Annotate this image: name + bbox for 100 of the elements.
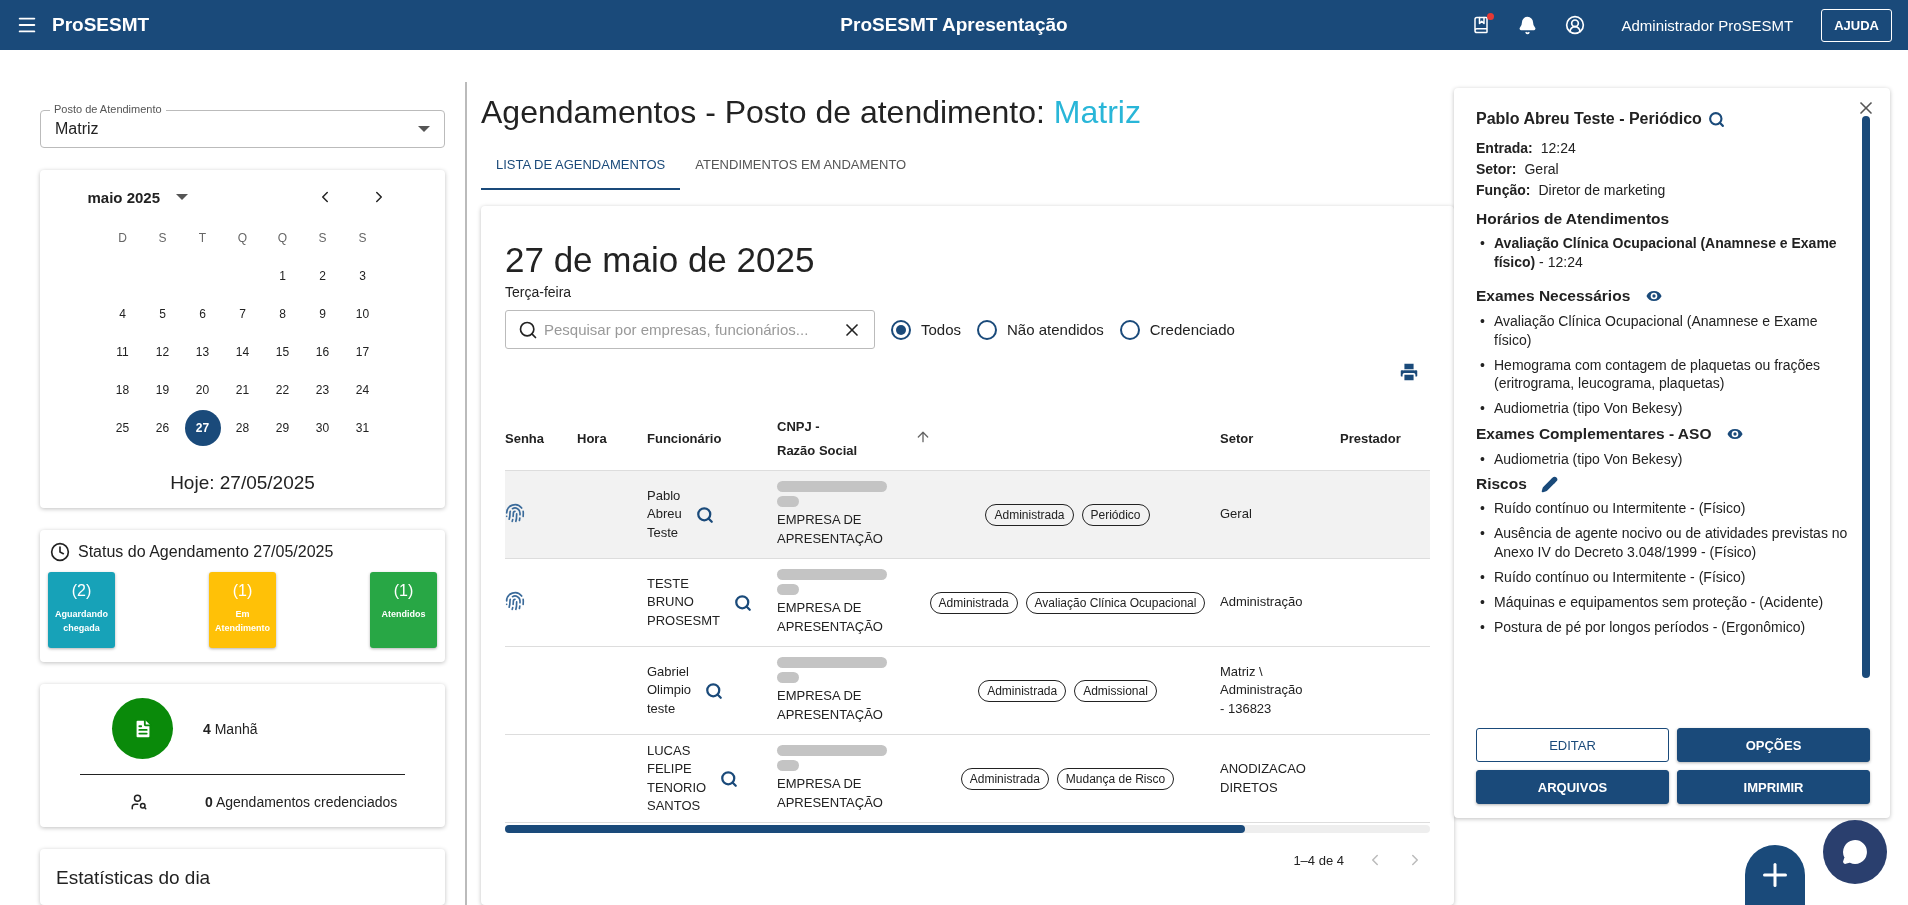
credentialed-count: 0 Agendamentos credenciados (205, 794, 398, 810)
print-icon[interactable] (1398, 361, 1420, 383)
bullet: • (1480, 399, 1485, 419)
calendar-day[interactable]: 26 (144, 410, 181, 446)
action-button[interactable]: ARQUIVOS (1476, 770, 1669, 804)
search-field[interactable]: Pesquisar por empresas, funcionários... (505, 310, 875, 349)
chat-bubble-icon[interactable] (1842, 839, 1868, 865)
search-icon[interactable] (705, 681, 724, 700)
add-button[interactable] (1745, 845, 1805, 905)
calendar-day[interactable]: 18 (104, 372, 141, 408)
calendar-day[interactable]: 20 (184, 372, 221, 408)
radio-button[interactable] (977, 319, 998, 340)
action-button[interactable]: EDITAR (1476, 728, 1669, 762)
calendar-day[interactable]: 28 (224, 410, 261, 446)
action-button[interactable]: OPÇÕES (1677, 728, 1870, 762)
account-icon[interactable] (1565, 15, 1586, 35)
calendar-day[interactable]: 9 (304, 296, 341, 332)
bell-icon[interactable] (1518, 15, 1538, 35)
calendar-day[interactable]: 4 (104, 296, 141, 332)
calendar-day[interactable]: 22 (264, 372, 301, 408)
search-icon[interactable] (695, 505, 714, 524)
table-row[interactable]: Pablo Abreu Teste EMPRESA DE APRESENTAÇÃO Administrada Periódico Geral (505, 471, 1430, 559)
table-cell-text: Administração (1220, 593, 1304, 612)
calendar-day[interactable]: 3 (344, 258, 381, 294)
calendar-day[interactable]: 12 (144, 334, 181, 370)
date-heading: 27 de maio de 2025 (505, 240, 816, 280)
calendar-day[interactable]: 13 (184, 334, 221, 370)
weekday-label: Q (236, 230, 249, 247)
table-cell: TESTE BRUNO PROSESMT (647, 575, 720, 630)
pencil-icon[interactable] (1540, 475, 1558, 493)
action-button[interactable]: IMPRIMIR (1677, 770, 1870, 804)
scrollbar-thumb[interactable] (1862, 116, 1870, 678)
calendar-day[interactable]: 6 (184, 296, 221, 332)
calendar-day[interactable]: 29 (264, 410, 301, 446)
select-label: Posto de Atendimento (50, 103, 166, 115)
radio-label[interactable]: Todos (921, 321, 962, 338)
column-header: Funcionário (647, 429, 723, 448)
radio-button[interactable] (891, 319, 911, 340)
weekday-label: S (157, 230, 168, 247)
bullet: • (1480, 355, 1485, 375)
section-title: Exames Necessários (1476, 286, 1631, 305)
search-icon[interactable] (1707, 110, 1725, 128)
book-icon[interactable] (1472, 16, 1491, 34)
calendar-day[interactable]: 16 (304, 334, 341, 370)
section-title: Horários de Atendimentos (1476, 210, 1670, 228)
field-value: Diretor de marketing (1538, 182, 1666, 198)
calendar-day[interactable]: 7 (224, 296, 261, 332)
calendar-day[interactable]: 8 (264, 296, 301, 332)
bullet: • (1480, 450, 1485, 470)
clock-icon (50, 542, 70, 562)
redaction-bar (777, 584, 799, 596)
weekday-label: S (357, 230, 368, 247)
search-icon[interactable] (720, 769, 739, 788)
page-title: Agendamentos - Posto de atendimento: Matriz (481, 94, 1142, 131)
status-title: Status do Agendamento 27/05/2025 (78, 543, 334, 561)
list-item: Audiometria (tipo Von Bekesy) (1494, 400, 1683, 417)
calendar-day[interactable]: 21 (224, 372, 261, 408)
calendar-day[interactable]: 25 (104, 410, 141, 446)
calendar-day[interactable]: 31 (344, 410, 381, 446)
calendar-day[interactable]: 15 (264, 334, 301, 370)
table-cell-text: EMPRESA DE APRESENTAÇÃO (777, 511, 884, 548)
scrollbar-thumb[interactable] (505, 825, 1245, 833)
detail-title: Pablo Abreu Teste - Periódico (1476, 110, 1702, 128)
help-button[interactable]: AJUDA (1821, 8, 1892, 42)
calendar-day[interactable]: 19 (144, 372, 181, 408)
list-item: Ruído contínuo ou Intermitente - (Físico) (1494, 500, 1746, 517)
calendar-day[interactable]: 11 (104, 334, 141, 370)
calendar-day[interactable]: 14 (224, 334, 261, 370)
month-dropdown-icon[interactable] (176, 194, 189, 200)
calendar-day[interactable]: 17 (344, 334, 381, 370)
calendar-day[interactable]: 2 (304, 258, 341, 294)
tab[interactable]: LISTA DE AGENDAMENTOS (481, 143, 681, 190)
calendar-day[interactable]: 23 (304, 372, 341, 408)
tab[interactable]: ATENDIMENTOS EM ANDAMENTO (680, 143, 922, 190)
radio-label[interactable]: Credenciado (1149, 321, 1235, 338)
list-item: Postura de pé por longos períodos - (Ergonômico) (1494, 618, 1806, 635)
calendar-day[interactable]: 27 (184, 410, 221, 446)
calendar-day[interactable]: 1 (264, 258, 301, 294)
document-badge-icon (112, 698, 173, 759)
calendar-day[interactable]: 10 (344, 296, 381, 332)
sort-icon[interactable] (915, 429, 931, 445)
field-value: Geral (1524, 161, 1559, 177)
morning-count: 4 Manhã (203, 720, 258, 737)
weekday-label: S (317, 230, 328, 247)
table-cell-text: Geral (1220, 505, 1253, 524)
redaction-bar (777, 760, 799, 772)
search-icon (518, 319, 538, 340)
calendar-day[interactable]: 5 (144, 296, 181, 332)
calendar-day[interactable]: 24 (344, 372, 381, 408)
bullet: • (1480, 499, 1485, 518)
list-item: Ausência de agente nocivo ou de atividades previstas no Anexo IV do Decreto 3.048/1999 - (Físico) (1494, 525, 1848, 560)
schedule-item: Avaliação Clínica Ocupacional (Anamnese e Exame físico) - 12:24 (1494, 235, 1837, 270)
pagination-label: 1–4 de 4 (1293, 852, 1344, 868)
radio-label[interactable]: Não atendidos (1007, 321, 1104, 338)
list-item: Hemograma com contagem de plaquetas ou frações (eritrograma, leucograma, plaquetas) (1494, 356, 1821, 392)
list-item: Máquinas e equipamentos sem proteção - (Acidente) (1494, 593, 1824, 610)
calendar-day[interactable]: 30 (304, 410, 341, 446)
weekday-label: D (117, 230, 128, 247)
search-icon[interactable] (733, 593, 752, 612)
radio-button[interactable] (1119, 319, 1140, 340)
